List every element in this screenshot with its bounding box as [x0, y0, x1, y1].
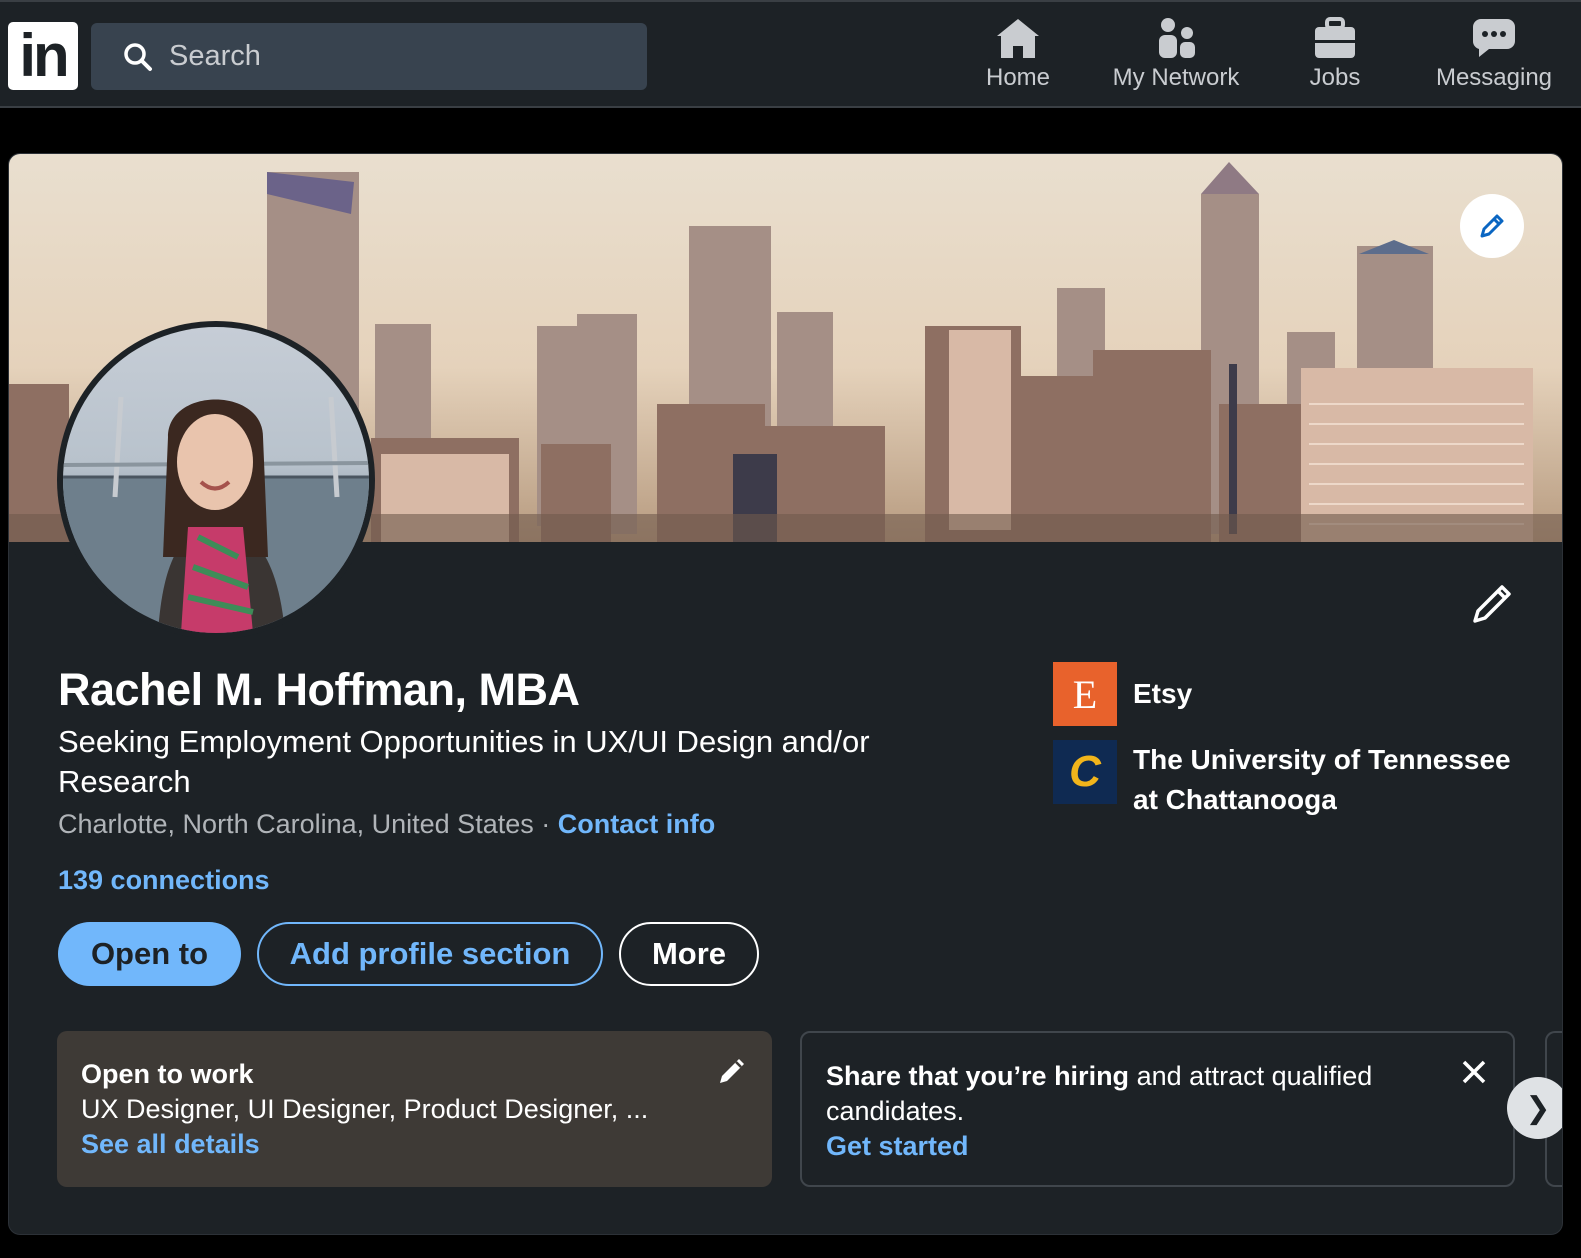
contact-info-link[interactable]: Contact info: [558, 809, 715, 839]
messaging-icon: [1472, 19, 1515, 57]
nav-my-network-label: My Network: [1112, 64, 1240, 91]
nav-messaging-label: Messaging: [1435, 64, 1553, 91]
search-icon: [124, 42, 152, 71]
profile-location: Charlotte, North Carolina, United States: [58, 809, 534, 839]
edit-intro-button[interactable]: [1470, 582, 1514, 631]
location-line: Charlotte, North Carolina, United States…: [58, 809, 715, 840]
more-button[interactable]: More: [619, 922, 759, 986]
location-separator: ·: [533, 809, 558, 839]
linkedin-logo[interactable]: in: [8, 22, 78, 90]
network-icon: [1159, 18, 1195, 58]
nav-jobs-label: Jobs: [1309, 64, 1361, 91]
top-navigation-bar: in Home My Network Jobs: [0, 0, 1581, 108]
connections-link[interactable]: 139 connections: [58, 865, 270, 896]
profile-card: Rachel M. Hoffman, MBA Seeking Employmen…: [8, 153, 1563, 1235]
nav-jobs[interactable]: Jobs: [1306, 16, 1364, 102]
search-input[interactable]: [169, 40, 609, 73]
utc-logo: C: [1053, 740, 1117, 804]
hiring-box: Share that you’re hiring and attract qua…: [800, 1031, 1515, 1187]
profile-headline: Seeking Employment Opportunities in UX/U…: [58, 724, 870, 799]
etsy-logo: E: [1053, 662, 1117, 726]
pencil-icon: [1480, 214, 1504, 238]
org-utc[interactable]: C The University of Tennessee at Chattan…: [1053, 740, 1523, 820]
edit-open-to-work-button[interactable]: [716, 1055, 748, 1092]
nav-messaging[interactable]: Messaging: [1432, 16, 1556, 102]
pencil-icon: [720, 1059, 744, 1083]
org-etsy-name: Etsy: [1133, 678, 1193, 709]
open-to-work-roles: UX Designer, UI Designer, Product Design…: [81, 1094, 649, 1124]
briefcase-icon: [1315, 17, 1355, 58]
nav-home-label: Home: [985, 64, 1051, 91]
pencil-icon: [1473, 585, 1511, 623]
profile-photo-illustration: [63, 396, 369, 633]
open-to-work-box[interactable]: Open to work UX Designer, UI Designer, P…: [57, 1031, 772, 1187]
nav-my-network[interactable]: My Network: [1108, 16, 1244, 102]
hiring-message-bold: Share that you’re hiring: [826, 1061, 1130, 1091]
profile-photo[interactable]: [57, 321, 375, 639]
carousel-next-button[interactable]: ❯: [1507, 1077, 1562, 1139]
home-icon: [997, 19, 1039, 58]
org-etsy[interactable]: E Etsy: [1053, 662, 1192, 726]
edit-banner-button[interactable]: [1460, 194, 1524, 258]
open-to-work-title: Open to work: [81, 1059, 254, 1089]
close-icon: [1462, 1060, 1486, 1084]
org-utc-name: The University of Tennessee at Chattanoo…: [1133, 744, 1511, 815]
search-bar[interactable]: [91, 23, 647, 90]
chevron-right-icon: ❯: [1525, 1091, 1551, 1125]
hiring-message: Share that you’re hiring and attract qua…: [826, 1059, 1426, 1129]
open-to-button[interactable]: Open to: [58, 922, 241, 986]
see-all-details-link[interactable]: See all details: [81, 1127, 748, 1162]
add-profile-section-button[interactable]: Add profile section: [257, 922, 603, 986]
dismiss-hiring-button[interactable]: [1461, 1059, 1487, 1090]
get-started-link[interactable]: Get started: [826, 1129, 1489, 1164]
nav-home[interactable]: Home: [984, 16, 1052, 102]
profile-name: Rachel M. Hoffman, MBA: [58, 664, 580, 715]
